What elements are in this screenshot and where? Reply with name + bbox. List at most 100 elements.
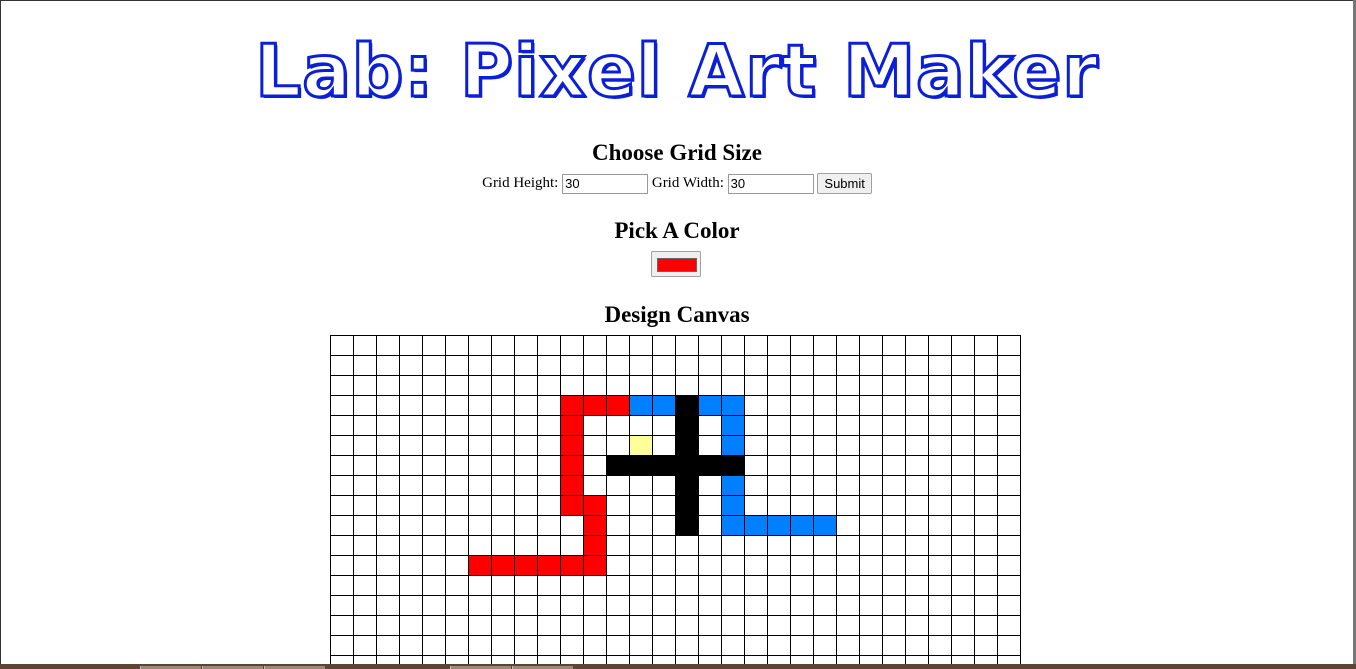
canvas-cell[interactable] [836,455,860,476]
canvas-cell[interactable] [744,455,768,476]
canvas-cell[interactable] [652,395,676,416]
canvas-cell[interactable] [468,475,492,496]
canvas-cell[interactable] [422,575,446,596]
canvas-cell[interactable] [330,375,354,396]
canvas-cell[interactable] [790,595,814,616]
canvas-cell[interactable] [330,335,354,356]
canvas-cell[interactable] [353,435,377,456]
canvas-cell[interactable] [767,595,791,616]
submit-button[interactable]: Submit [817,173,872,195]
canvas-cell[interactable] [675,395,699,416]
canvas-cell[interactable] [905,615,929,636]
canvas-cell[interactable] [767,635,791,656]
canvas-cell[interactable] [698,615,722,636]
canvas-cell[interactable] [790,435,814,456]
canvas-cell[interactable] [905,575,929,596]
canvas-cell[interactable] [330,535,354,556]
canvas-cell[interactable] [606,495,630,516]
canvas-cell[interactable] [629,415,653,436]
canvas-cell[interactable] [445,515,469,536]
canvas-cell[interactable] [813,355,837,376]
canvas-cell[interactable] [721,415,745,436]
canvas-cell[interactable] [790,395,814,416]
canvas-cell[interactable] [560,535,584,556]
canvas-cell[interactable] [813,335,837,356]
canvas-cell[interactable] [445,375,469,396]
canvas-cell[interactable] [491,375,515,396]
canvas-cell[interactable] [836,335,860,356]
canvas-cell[interactable] [652,435,676,456]
canvas-cell[interactable] [537,475,561,496]
canvas-cell[interactable] [951,535,975,556]
canvas-cell[interactable] [399,635,423,656]
canvas-cell[interactable] [790,635,814,656]
canvas-cell[interactable] [698,415,722,436]
pixel-canvas[interactable] [330,335,1021,666]
canvas-cell[interactable] [698,335,722,356]
canvas-cell[interactable] [606,375,630,396]
canvas-cell[interactable] [606,555,630,576]
canvas-cell[interactable] [537,535,561,556]
canvas-cell[interactable] [629,475,653,496]
canvas-cell[interactable] [652,515,676,536]
canvas-cell[interactable] [560,355,584,376]
canvas-cell[interactable] [468,615,492,636]
canvas-cell[interactable] [652,555,676,576]
canvas-cell[interactable] [744,515,768,536]
canvas-cell[interactable] [353,535,377,556]
canvas-cell[interactable] [353,595,377,616]
canvas-cell[interactable] [721,395,745,416]
canvas-cell[interactable] [514,455,538,476]
canvas-cell[interactable] [468,415,492,436]
canvas-cell[interactable] [560,435,584,456]
canvas-cell[interactable] [997,435,1021,456]
canvas-cell[interactable] [491,615,515,636]
canvas-cell[interactable] [997,455,1021,476]
canvas-cell[interactable] [468,355,492,376]
canvas-cell[interactable] [744,575,768,596]
canvas-cell[interactable] [744,595,768,616]
canvas-cell[interactable] [330,555,354,576]
canvas-cell[interactable] [583,435,607,456]
canvas-cell[interactable] [629,595,653,616]
canvas-cell[interactable] [629,435,653,456]
canvas-cell[interactable] [560,335,584,356]
canvas-cell[interactable] [790,375,814,396]
canvas-cell[interactable] [974,475,998,496]
canvas-cell[interactable] [721,595,745,616]
canvas-cell[interactable] [422,435,446,456]
canvas-cell[interactable] [675,415,699,436]
canvas-cell[interactable] [353,395,377,416]
canvas-cell[interactable] [882,375,906,396]
canvas-cell[interactable] [721,635,745,656]
canvas-cell[interactable] [698,595,722,616]
canvas-cell[interactable] [468,595,492,616]
canvas-cell[interactable] [859,415,883,436]
canvas-cell[interactable] [767,575,791,596]
canvas-cell[interactable] [675,455,699,476]
canvas-cell[interactable] [974,535,998,556]
canvas-cell[interactable] [583,335,607,356]
canvas-cell[interactable] [376,415,400,436]
canvas-cell[interactable] [675,515,699,536]
canvas-cell[interactable] [905,455,929,476]
canvas-cell[interactable] [882,435,906,456]
canvas-cell[interactable] [767,335,791,356]
canvas-cell[interactable] [422,415,446,436]
canvas-cell[interactable] [744,395,768,416]
canvas-cell[interactable] [928,355,952,376]
canvas-cell[interactable] [859,455,883,476]
canvas-cell[interactable] [491,555,515,576]
canvas-cell[interactable] [399,615,423,636]
canvas-cell[interactable] [514,335,538,356]
canvas-cell[interactable] [905,555,929,576]
canvas-cell[interactable] [537,435,561,456]
canvas-cell[interactable] [767,535,791,556]
canvas-cell[interactable] [698,575,722,596]
canvas-cell[interactable] [376,615,400,636]
canvas-cell[interactable] [422,375,446,396]
canvas-cell[interactable] [514,415,538,436]
canvas-cell[interactable] [583,535,607,556]
canvas-cell[interactable] [951,355,975,376]
canvas-cell[interactable] [928,575,952,596]
